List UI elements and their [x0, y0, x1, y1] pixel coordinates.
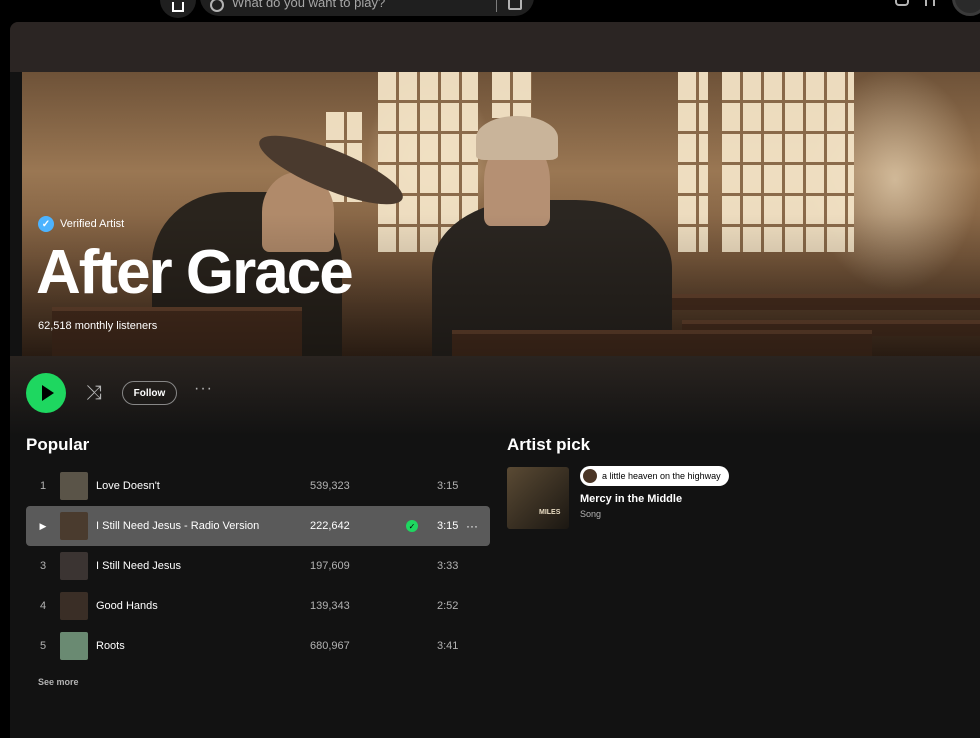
see-more-link[interactable]: See more	[38, 677, 79, 687]
home-button[interactable]	[160, 0, 196, 18]
popular-track-list: 1 Love Doesn't 539,323 3:15 ▶ I Still Ne…	[26, 466, 490, 666]
track-plays: 222,642	[310, 520, 350, 532]
artist-pick-pill-label: a little heaven on the highway	[602, 471, 721, 481]
track-title[interactable]: Good Hands	[96, 600, 296, 612]
verified-label: Verified Artist	[60, 218, 125, 230]
artist-name: After Grace	[36, 238, 354, 307]
track-number: 5	[39, 640, 47, 652]
track-play-icon[interactable]: ▶	[26, 521, 60, 532]
track-duration: 3:15	[437, 520, 459, 532]
track-row[interactable]: 1 Love Doesn't 539,323 3:15	[26, 466, 490, 506]
saved-check-icon[interactable]: ✓	[406, 520, 418, 532]
artist-pick-playlist-pill[interactable]: a little heaven on the highway	[580, 466, 729, 486]
track-duration: 3:15	[437, 480, 459, 492]
search-input[interactable]	[232, 0, 492, 10]
track-title[interactable]: I Still Need Jesus	[96, 560, 296, 572]
track-plays: 139,343	[310, 600, 350, 612]
track-cover	[60, 552, 88, 580]
more-options-button[interactable]: ···	[194, 380, 213, 398]
track-number: 4	[39, 600, 47, 612]
track-title[interactable]: Roots	[96, 640, 296, 652]
artist-pick-cover[interactable]: MILES	[507, 467, 569, 529]
track-title[interactable]: I Still Need Jesus - Radio Version	[96, 520, 260, 532]
verified-artist-badge: ✓ Verified Artist	[38, 216, 124, 232]
playlist-thumbnail	[583, 469, 597, 483]
track-plays: 197,609	[310, 560, 350, 572]
action-bar: ⤨ Follow ···	[10, 356, 980, 436]
artist-banner: ✓ Verified Artist After Grace 62,518 mon…	[22, 72, 980, 356]
track-row[interactable]: 4 Good Hands 139,343 2:52	[26, 586, 490, 626]
search-divider	[496, 0, 497, 12]
track-number: 1	[39, 480, 47, 492]
track-row[interactable]: 3 I Still Need Jesus 197,609 3:33	[26, 546, 490, 586]
browse-icon[interactable]	[508, 0, 522, 10]
main-panel: ✓ Verified Artist After Grace 62,518 mon…	[10, 22, 980, 738]
track-duration: 3:41	[437, 640, 459, 652]
verified-icon: ✓	[38, 216, 54, 232]
home-icon	[172, 2, 184, 12]
track-cover	[60, 632, 88, 660]
play-button[interactable]	[26, 373, 66, 413]
top-bar	[0, 0, 980, 22]
search-icon	[210, 0, 224, 12]
track-plays: 539,323	[310, 480, 350, 492]
track-cover	[60, 592, 88, 620]
friend-activity-icon[interactable]	[925, 0, 935, 6]
track-plays: 680,967	[310, 640, 350, 652]
play-icon	[41, 385, 54, 401]
popular-title: Popular	[26, 435, 90, 454]
track-more-icon[interactable]: ···	[466, 519, 478, 533]
track-cover	[60, 512, 88, 540]
track-number: 3	[39, 560, 47, 572]
shuffle-icon[interactable]: ⤨	[82, 382, 106, 404]
artist-pick-name[interactable]: Mercy in the Middle	[580, 493, 682, 505]
track-duration: 2:52	[437, 600, 459, 612]
track-cover	[60, 472, 88, 500]
artist-pick-type: Song	[580, 509, 602, 519]
notifications-icon[interactable]	[895, 0, 909, 6]
track-row[interactable]: 5 Roots 680,967 3:41	[26, 626, 490, 666]
track-title[interactable]: Love Doesn't	[96, 480, 296, 492]
follow-button[interactable]: Follow	[122, 381, 177, 405]
user-avatar[interactable]	[952, 0, 980, 16]
search-bar[interactable]	[200, 0, 534, 16]
track-duration: 3:33	[437, 560, 459, 572]
artist-pick-cover-text: MILES	[539, 509, 561, 516]
track-row-hovered[interactable]: ▶ I Still Need Jesus - Radio Version 222…	[26, 506, 490, 546]
monthly-listeners: 62,518 monthly listeners	[38, 320, 158, 332]
panel-header	[10, 22, 980, 72]
artist-pick-title: Artist pick	[507, 435, 591, 454]
